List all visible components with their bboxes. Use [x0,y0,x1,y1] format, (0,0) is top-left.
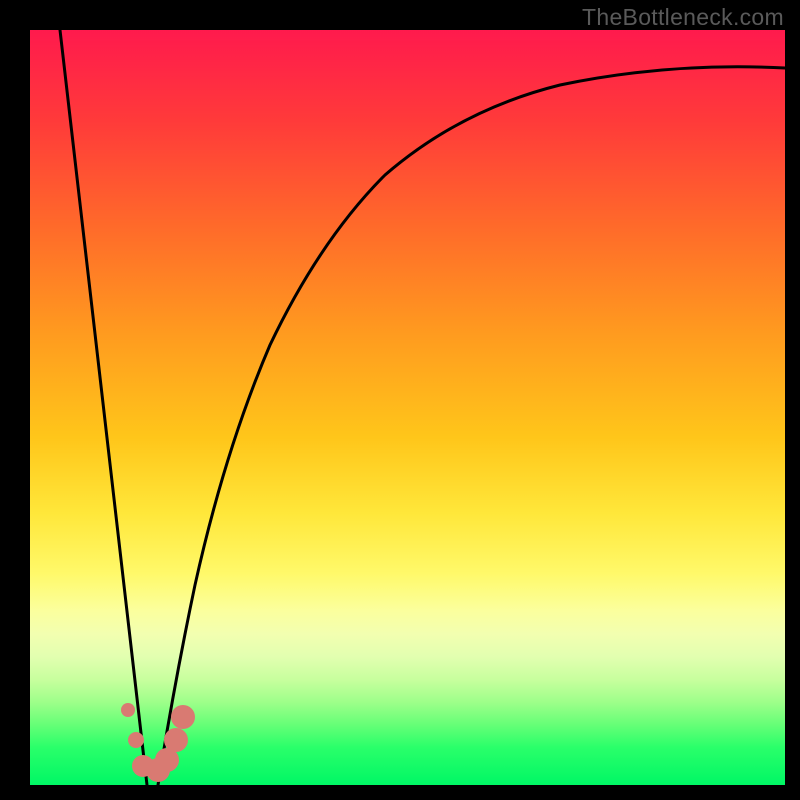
marker-dot [128,732,144,748]
plot-area [30,30,785,785]
chart-svg [30,30,785,785]
line-right [158,67,785,785]
marker-cluster [121,703,195,782]
marker-dot [121,703,135,717]
chart-frame: TheBottleneck.com [0,0,800,800]
marker-dot [171,705,195,729]
marker-dot [164,728,188,752]
line-left [60,30,147,785]
watermark-text: TheBottleneck.com [582,4,784,31]
